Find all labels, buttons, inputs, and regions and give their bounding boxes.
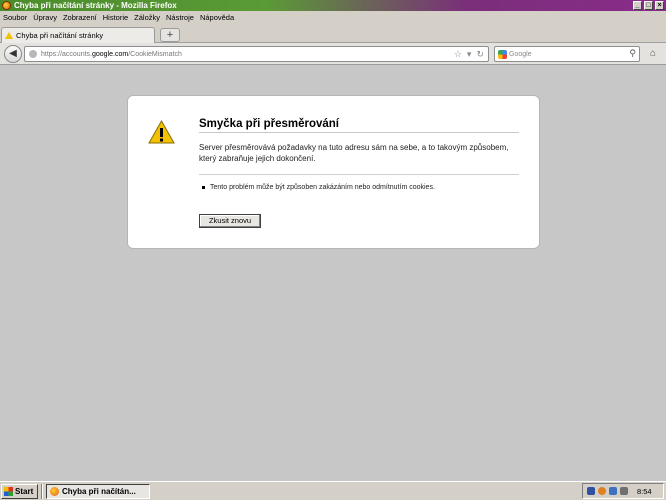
warning-icon bbox=[5, 32, 13, 39]
menu-historie[interactable]: Historie bbox=[103, 13, 128, 22]
divider bbox=[199, 132, 519, 133]
window-controls: _ □ × bbox=[633, 1, 664, 10]
url-bar-icons: ☆ ▾ ↻ bbox=[454, 49, 484, 60]
bookmark-star-icon[interactable]: ☆ bbox=[454, 49, 462, 60]
navigation-bar: ◀ https://accounts. google.com/CookieMism… bbox=[0, 43, 666, 65]
close-button[interactable]: × bbox=[655, 1, 664, 10]
reload-icon[interactable]: ↻ bbox=[476, 49, 484, 60]
menu-napoveda[interactable]: Nápověda bbox=[200, 13, 234, 22]
windows-logo-icon bbox=[4, 486, 13, 496]
taskbar-separator bbox=[41, 483, 43, 499]
start-button[interactable]: Start bbox=[1, 483, 38, 499]
firefox-icon bbox=[2, 1, 11, 10]
bullet-icon bbox=[202, 186, 205, 189]
page-content: Smyčka při přesměrování Server přesměrov… bbox=[0, 66, 666, 481]
url-prefix: https://accounts. bbox=[41, 50, 92, 58]
warning-icon bbox=[148, 120, 175, 144]
url-path: /CookieMismatch bbox=[128, 50, 182, 58]
taskbar-item-firefox[interactable]: Chyba při načítán... bbox=[46, 483, 150, 499]
error-description: Server přesměrovává požadavky na tuto ad… bbox=[199, 143, 509, 163]
site-identity-icon[interactable] bbox=[29, 50, 37, 58]
volume-icon[interactable] bbox=[620, 487, 628, 495]
menu-zobrazeni[interactable]: Zobrazení bbox=[63, 13, 97, 22]
error-title: Smyčka při přesměrování bbox=[199, 118, 339, 130]
tab-active[interactable]: Chyba při načítání stránky bbox=[1, 27, 155, 43]
firefox-tray-icon[interactable] bbox=[598, 487, 606, 495]
menu-nastroje[interactable]: Nástroje bbox=[166, 13, 194, 22]
divider bbox=[199, 174, 519, 175]
clock[interactable]: 8:54 bbox=[637, 487, 652, 496]
network-icon[interactable] bbox=[587, 487, 595, 495]
menu-soubor[interactable]: Soubor bbox=[3, 13, 27, 22]
menu-zalozky[interactable]: Záložky bbox=[134, 13, 160, 22]
taskbar-item-label: Chyba při načítán... bbox=[62, 486, 136, 496]
back-button[interactable]: ◀ bbox=[4, 45, 22, 63]
google-icon[interactable] bbox=[498, 49, 507, 59]
error-hint-text: Tento problém může být způsoben zakázání… bbox=[210, 184, 435, 191]
window-title: Chyba při načítání stránky - Mozilla Fir… bbox=[14, 1, 177, 10]
dropdown-icon[interactable]: ▾ bbox=[467, 49, 472, 60]
error-hint: Tento problém může být způsoben zakázání… bbox=[202, 184, 435, 191]
start-label: Start bbox=[15, 486, 34, 496]
home-icon[interactable]: ⌂ bbox=[646, 47, 660, 61]
search-placeholder: Google bbox=[509, 50, 532, 58]
title-bar: Chyba při načítání stránky - Mozilla Fir… bbox=[0, 0, 666, 11]
minimize-button[interactable]: _ bbox=[633, 1, 642, 10]
search-icon[interactable]: ⚲ bbox=[629, 48, 636, 59]
firefox-icon bbox=[50, 486, 59, 496]
maximize-button[interactable]: □ bbox=[644, 1, 653, 10]
tab-bar: Chyba při načítání stránky + bbox=[0, 24, 666, 43]
url-bar[interactable]: https://accounts. google.com/CookieMismat… bbox=[24, 46, 489, 62]
search-bar[interactable]: Google ⚲ bbox=[494, 46, 640, 62]
url-host: google.com bbox=[91, 50, 129, 58]
shield-icon[interactable] bbox=[609, 487, 617, 495]
menu-bar: Soubor Úpravy Zobrazení Historie Záložky… bbox=[0, 11, 666, 24]
menu-upravy[interactable]: Úpravy bbox=[33, 13, 57, 22]
new-tab-button[interactable]: + bbox=[160, 28, 180, 42]
error-panel: Smyčka při přesměrování Server přesměrov… bbox=[127, 95, 540, 249]
taskbar: Start Chyba při načítán... 8:54 bbox=[0, 481, 666, 500]
system-tray: 8:54 bbox=[582, 483, 664, 499]
retry-button[interactable]: Zkusit znovu bbox=[199, 214, 261, 228]
tab-label: Chyba při načítání stránky bbox=[16, 31, 104, 40]
